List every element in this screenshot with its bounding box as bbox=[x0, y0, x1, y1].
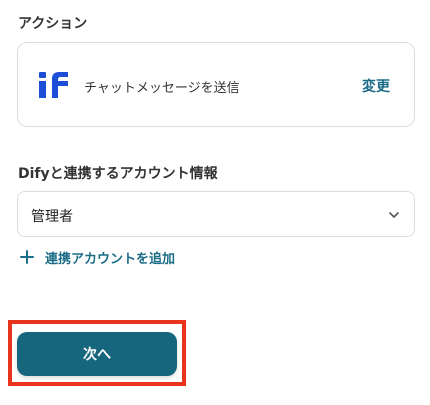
plus-icon bbox=[20, 250, 34, 264]
chevron-down-icon bbox=[389, 212, 399, 218]
account-select-value: 管理者 bbox=[31, 209, 73, 225]
add-account-label: 連携アカウントを追加 bbox=[45, 251, 176, 267]
dify-logo-icon bbox=[39, 72, 68, 98]
add-account-link[interactable]: 連携アカウントを追加 bbox=[20, 248, 176, 267]
action-name: チャットメッセージを送信 bbox=[84, 81, 240, 96]
action-card: チャットメッセージを送信 変更 bbox=[17, 42, 415, 127]
next-button[interactable]: 次へ bbox=[17, 332, 177, 376]
account-select[interactable]: 管理者 bbox=[17, 191, 415, 237]
account-section-label: Difyと連携するアカウント情報 bbox=[18, 166, 218, 182]
change-action-link[interactable]: 変更 bbox=[362, 76, 390, 96]
action-section-label: アクション bbox=[18, 16, 88, 32]
